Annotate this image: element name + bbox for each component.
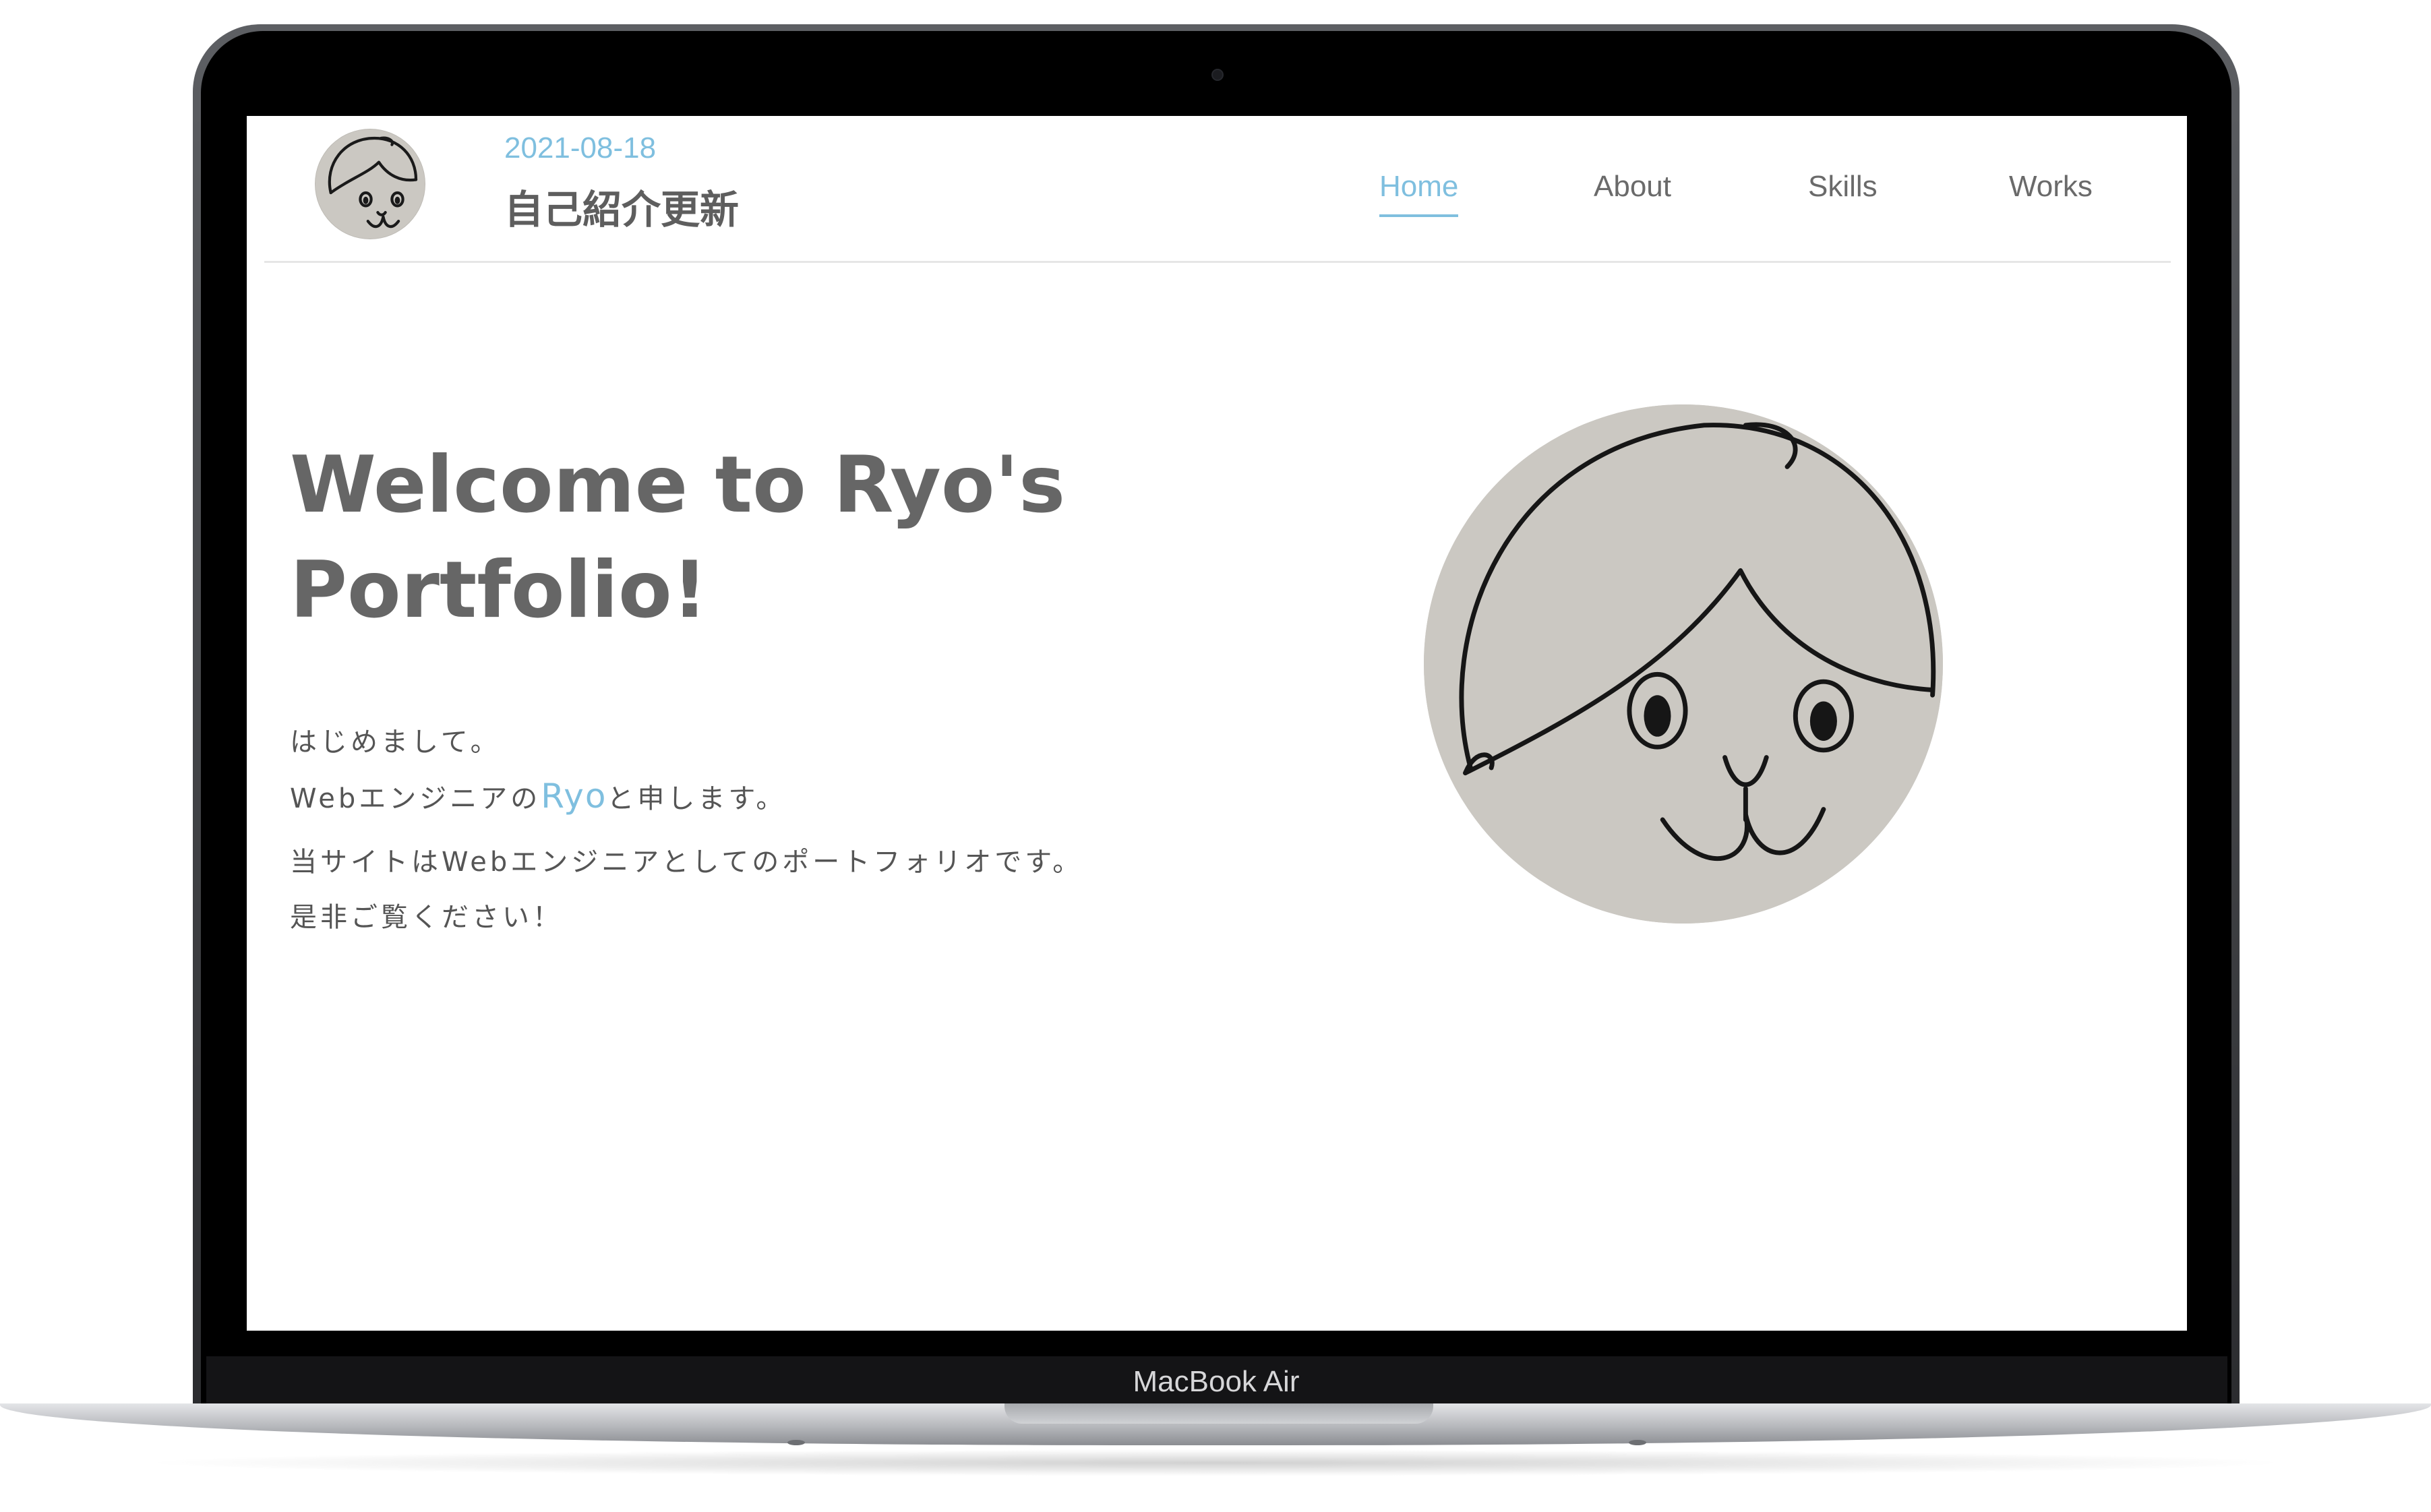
hero-title-line1: Welcome to Ryo's	[290, 440, 1066, 531]
nav-works-label: Works	[2009, 170, 2093, 203]
intro-line-2: WebエンジニアのRyoと申します。	[290, 777, 1234, 816]
intro-line-2-prefix: Webエンジニアの	[290, 783, 541, 814]
nav-about-link[interactable]: About	[1594, 156, 1671, 217]
nav-active-indicator	[1379, 214, 1459, 217]
nav-skills-label: Skills	[1808, 170, 1878, 203]
hero-title: Welcome to Ryo's Portfolio!	[290, 433, 1234, 643]
laptop-foot	[787, 1440, 805, 1445]
profile-portrait	[1424, 404, 1943, 924]
intro-line-2-suffix: と申します。	[607, 783, 787, 814]
device-label: MacBook Air	[1133, 1365, 1300, 1398]
nav-home-label: Home	[1379, 170, 1459, 203]
laptop-hinge-notch	[1004, 1403, 1433, 1424]
browser-viewport: 2021-08-18 自己紹介更新 Home About Skills Work…	[247, 116, 2187, 1331]
nav-works-link[interactable]: Works	[2009, 156, 2093, 217]
intro-line-1: はじめまして。	[290, 727, 501, 758]
camera-icon	[1211, 69, 1224, 81]
site-header: 2021-08-18 自己紹介更新 Home About Skills Work…	[247, 116, 2187, 263]
hero-title-line2: Portfolio!	[290, 545, 708, 636]
intro-line-4: 是非ご覧ください！	[290, 902, 563, 933]
stage: MacBook Air 2021-08-18 自己紹介更新 Home About…	[0, 0, 2431, 1512]
nav-about-label: About	[1594, 170, 1671, 203]
main-nav: Home About Skills Works	[247, 156, 2187, 224]
cat-face-portrait-image	[1424, 404, 1943, 924]
laptop-foot	[1629, 1440, 1646, 1445]
author-name: Ryo	[541, 777, 607, 816]
intro-line-3: 当サイトはWebエンジニアとしてのポートフォリオです。	[290, 847, 1083, 878]
nav-skills-link[interactable]: Skills	[1808, 156, 1878, 217]
nav-home-link[interactable]: Home	[1379, 156, 1459, 217]
header-divider	[264, 261, 2171, 263]
laptop-shadow	[135, 1449, 2296, 1476]
